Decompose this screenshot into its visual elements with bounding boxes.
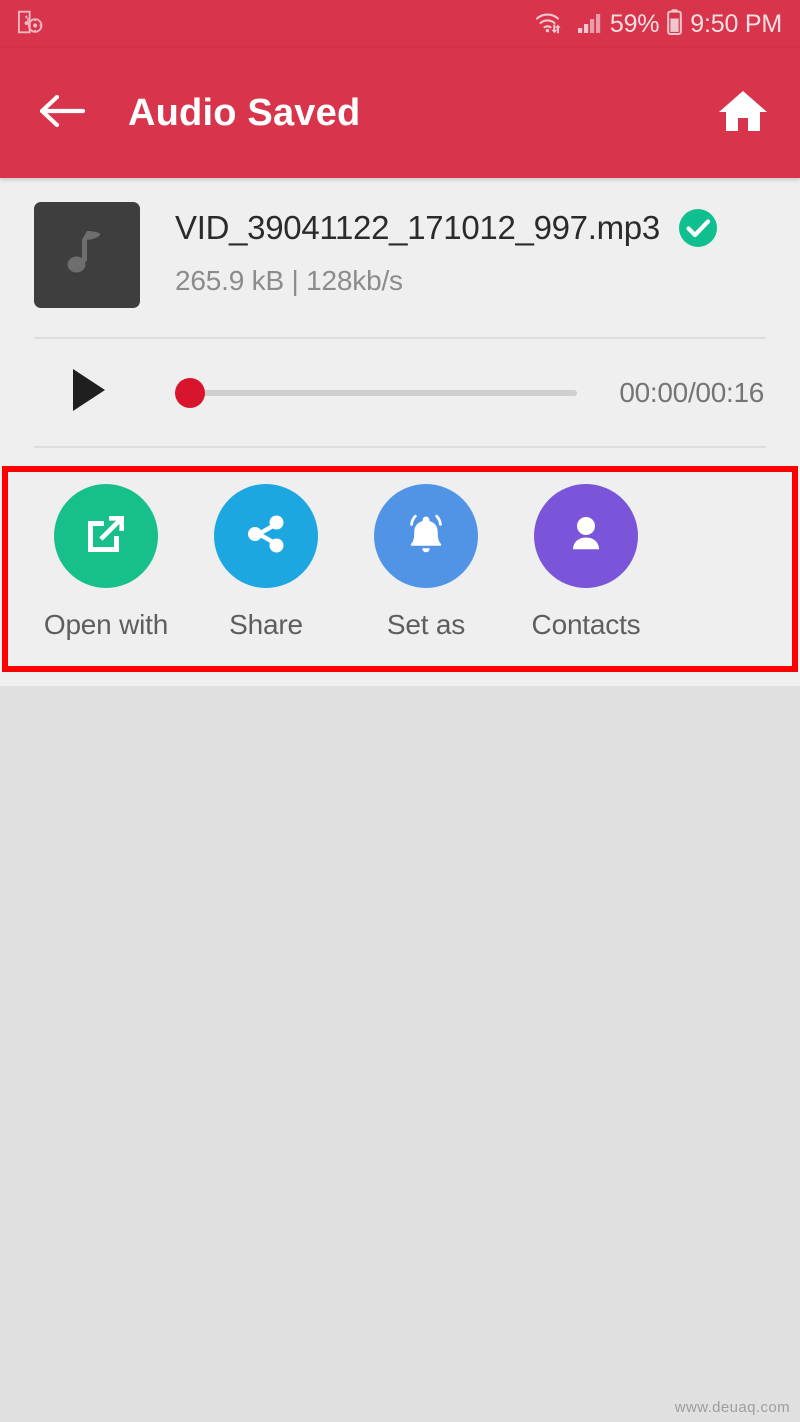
file-details: 265.9 kB | 128kb/s — [175, 265, 403, 296]
play-button[interactable] — [66, 367, 112, 418]
action-label-open-with: Open with — [43, 609, 169, 640]
share-circle — [214, 484, 318, 588]
file-name: VID_39041122_171012_997.mp3 — [175, 209, 660, 246]
watermark: www.deuaq.com — [674, 1399, 790, 1416]
open-in-new-icon — [80, 508, 132, 565]
back-arrow-icon — [37, 91, 87, 136]
seek-track — [175, 389, 578, 396]
wifi-data-transfer-icon — [534, 8, 568, 41]
cellular-signal-icon — [575, 8, 603, 41]
phone-screen: 59% 9:50 PM Audio Saved VID_39041122_171… — [0, 0, 800, 1422]
action-buttons-row: Open with Share Set as Contacts — [0, 448, 800, 668]
action-contacts[interactable]: Contacts — [506, 484, 666, 641]
bell-ring-icon — [400, 508, 452, 565]
page-title: Audio Saved — [128, 91, 361, 134]
set-as-circle — [374, 484, 478, 588]
playback-time: 00:00/00:16 — [619, 376, 764, 408]
open-with-circle — [54, 484, 158, 588]
battery-percent-label: 59% — [609, 9, 660, 38]
app-bar: Audio Saved — [0, 48, 800, 178]
action-label-contacts: Contacts — [531, 609, 641, 640]
audio-player-row: 00:00/00:16 — [0, 339, 800, 446]
audio-detail-card: VID_39041122_171012_997.mp3 265.9 kB | 1… — [0, 178, 800, 686]
back-button[interactable] — [34, 85, 90, 141]
check-circle-icon — [676, 206, 720, 250]
file-thumbnail — [34, 202, 140, 308]
action-label-set-as: Set as — [386, 609, 466, 640]
person-icon — [560, 508, 612, 565]
status-bar-left — [16, 8, 44, 41]
share-icon — [240, 508, 292, 565]
music-note-notification-icon — [16, 8, 44, 41]
seek-thumb[interactable] — [175, 377, 205, 408]
clock-label: 9:50 PM — [690, 9, 782, 38]
home-icon — [717, 87, 769, 140]
contacts-circle — [534, 484, 638, 588]
file-name-line: VID_39041122_171012_997.mp3 — [175, 206, 772, 250]
file-info-row: VID_39041122_171012_997.mp3 265.9 kB | 1… — [0, 178, 800, 337]
file-meta: VID_39041122_171012_997.mp3 265.9 kB | 1… — [140, 202, 772, 297]
status-bar: 59% 9:50 PM — [0, 0, 800, 48]
action-share[interactable]: Share — [186, 484, 346, 641]
action-open-with[interactable]: Open with — [26, 484, 186, 641]
music-note-icon — [62, 225, 112, 286]
status-bar-right: 59% 9:50 PM — [534, 8, 782, 41]
action-label-share: Share — [229, 609, 303, 640]
home-button[interactable] — [714, 84, 772, 142]
empty-content-area: www.deuaq.com — [0, 686, 800, 1422]
seek-bar[interactable] — [175, 373, 578, 413]
battery-icon — [666, 8, 683, 41]
action-set-as[interactable]: Set as — [346, 484, 506, 641]
play-icon — [69, 367, 109, 418]
